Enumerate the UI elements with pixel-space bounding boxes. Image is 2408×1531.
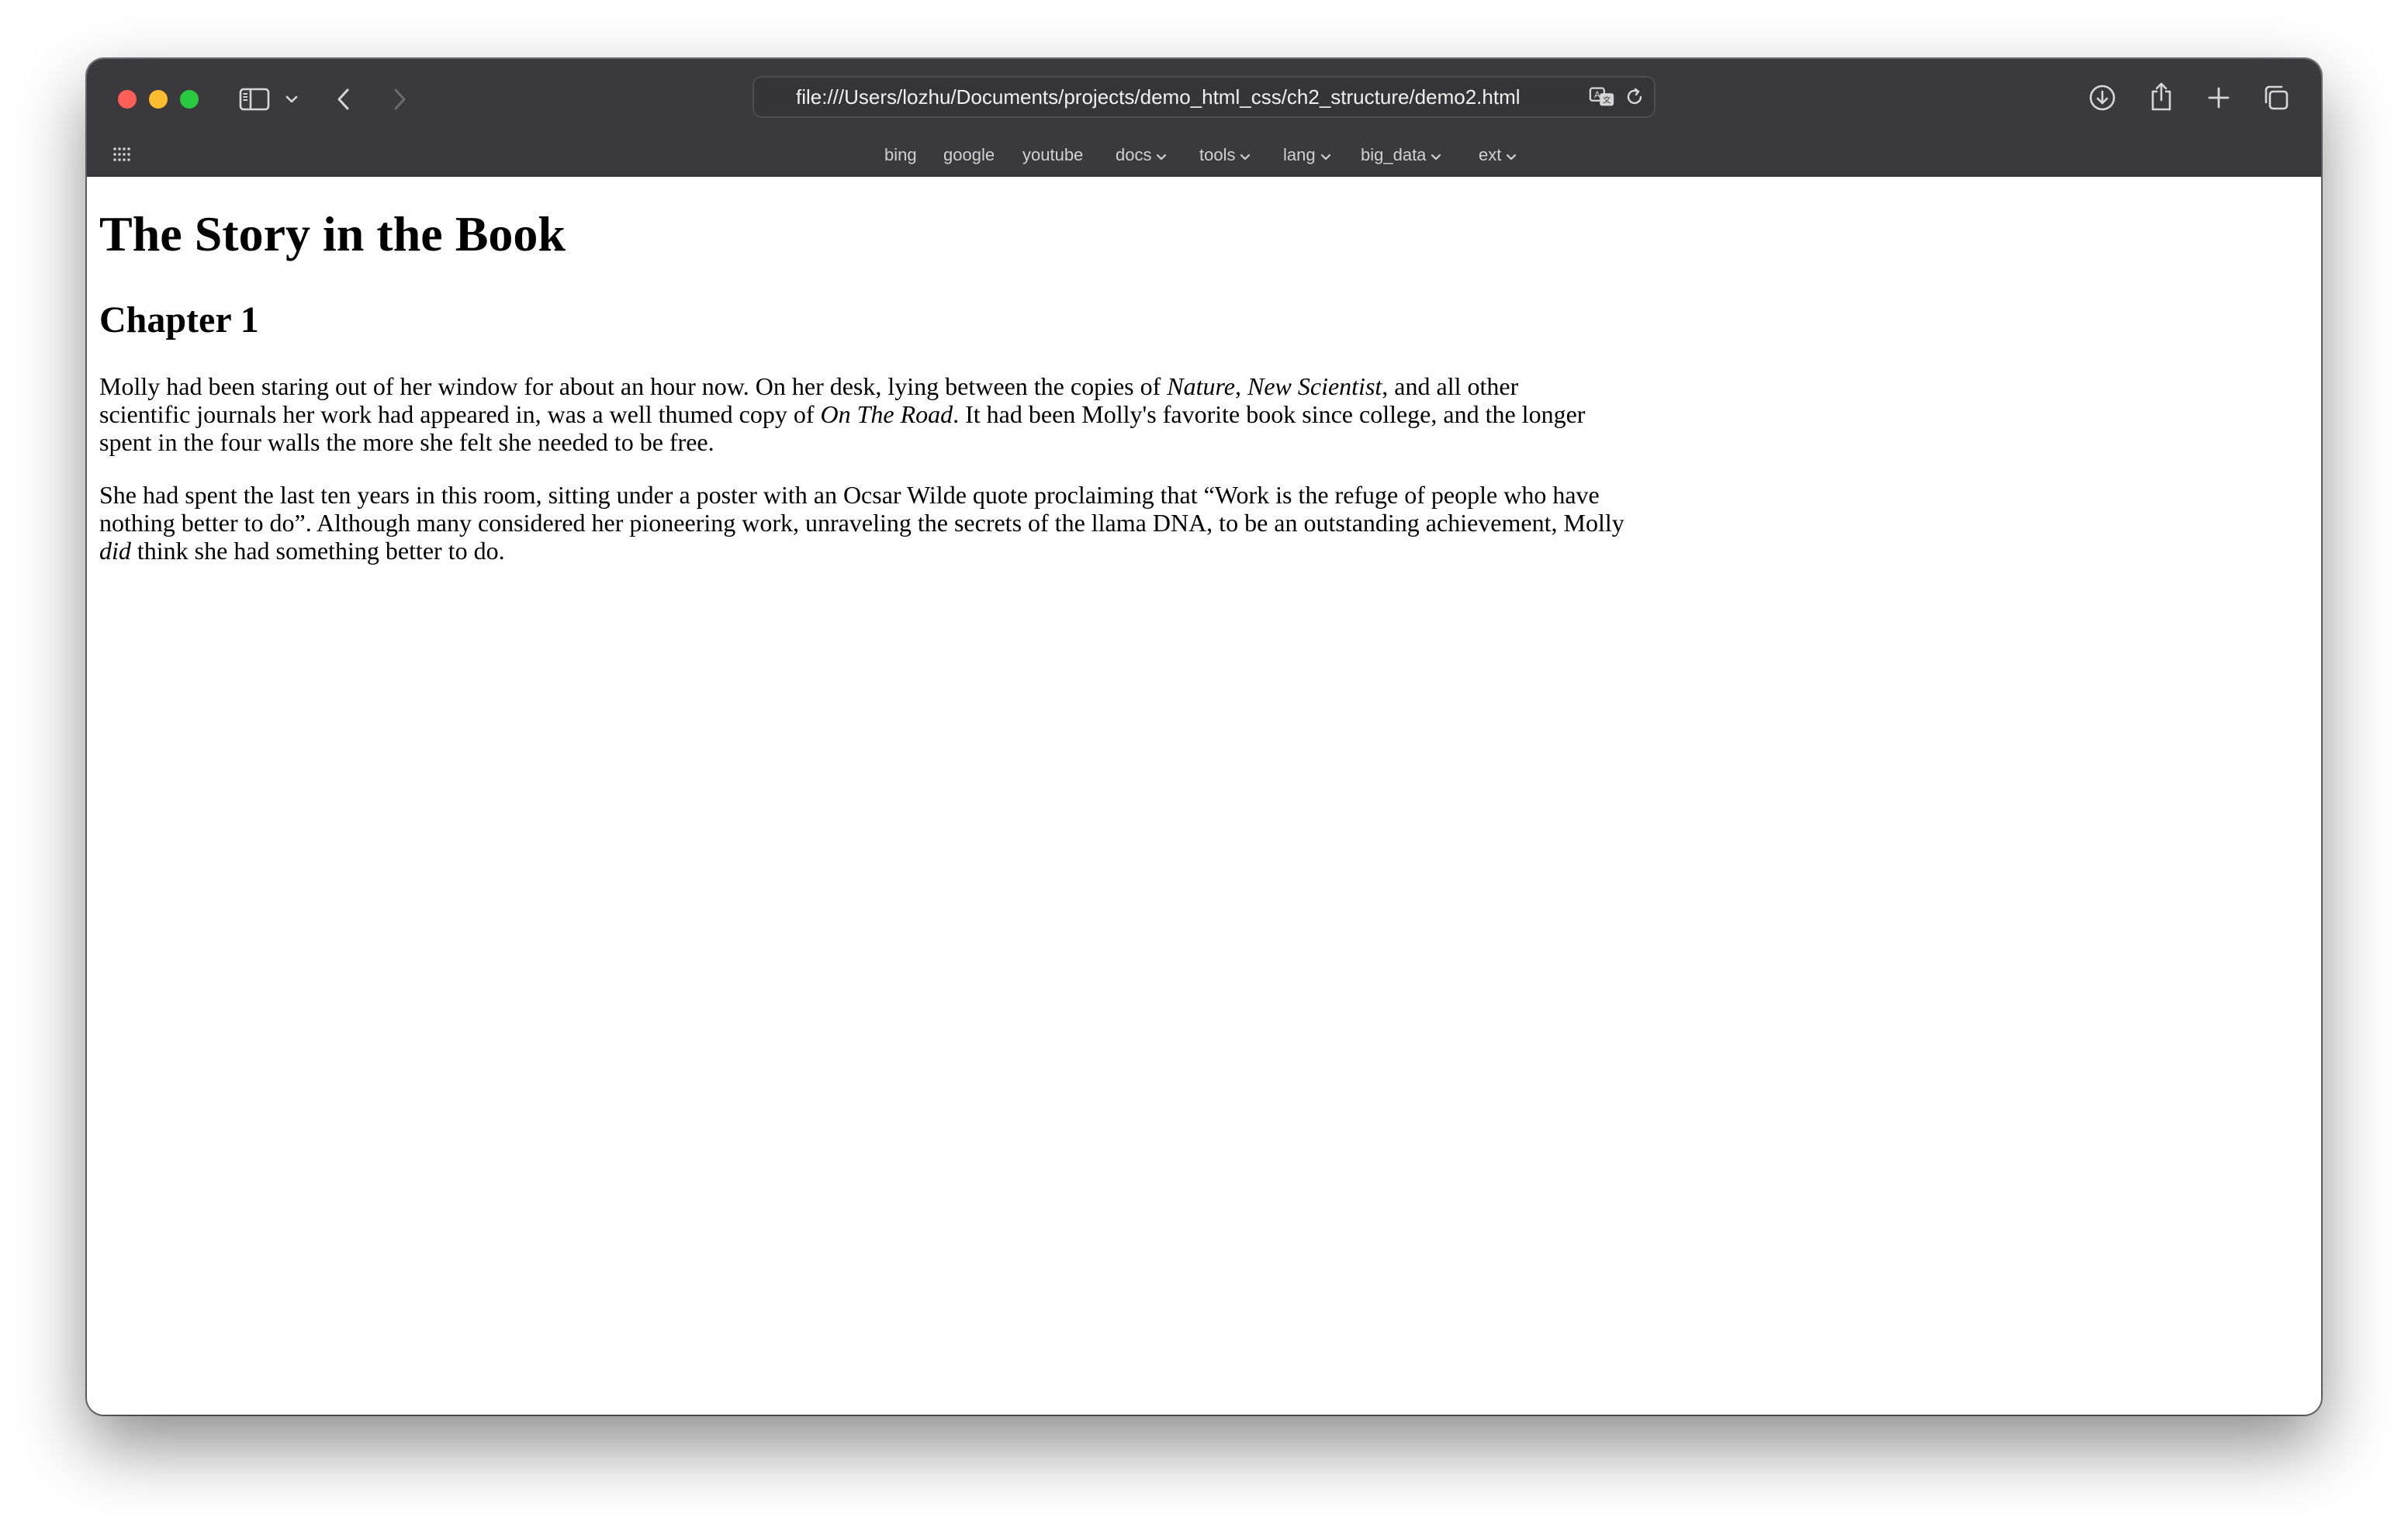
chevron-down-icon	[1431, 140, 1441, 171]
download-icon[interactable]	[2087, 82, 2118, 113]
bookmarks-bar: bing google youtube docs tools lang big_…	[87, 140, 2321, 171]
close-window-button[interactable]	[118, 90, 137, 109]
share-icon[interactable]	[2146, 79, 2177, 113]
bookmark-folder-docs[interactable]: docs	[1116, 140, 1167, 171]
chevron-down-icon[interactable]	[284, 90, 299, 109]
text-run: Molly had been staring out of her window…	[99, 372, 1168, 400]
new-tab-icon[interactable]	[2203, 82, 2234, 113]
text-run: . It had been Molly's favorite book sinc…	[953, 400, 1586, 428]
emphasis-did: did	[99, 537, 131, 565]
page-title: The Story in the Book	[99, 206, 566, 261]
bookmark-label: bing	[884, 145, 917, 164]
text-run: She had spent the last ten years in this…	[99, 481, 1600, 509]
journal-title-nature: Nature	[1167, 372, 1235, 400]
paragraph-2: She had spent the last ten years in this…	[99, 481, 1643, 565]
zoom-window-button[interactable]	[180, 90, 199, 109]
reload-icon[interactable]	[1621, 84, 1648, 110]
bookmark-google[interactable]: google	[943, 140, 995, 171]
apps-grid-icon[interactable]	[112, 144, 132, 164]
text-run: think she had something better to do.	[130, 537, 505, 565]
bookmark-label: big_data	[1361, 145, 1427, 164]
text-run: scientific journals her work had appeare…	[99, 400, 821, 428]
bookmark-folder-tools[interactable]: tools	[1199, 140, 1251, 171]
address-bar[interactable]: file:///Users/lozhu/Documents/projects/d…	[752, 76, 1656, 118]
paragraph-line: nothing better to do”. Although many con…	[99, 509, 1643, 537]
bookmark-label: lang	[1283, 145, 1316, 164]
sidebar-icon[interactable]	[239, 85, 270, 113]
bookmark-label: youtube	[1022, 145, 1084, 164]
bookmark-bing[interactable]: bing	[884, 140, 917, 171]
text-run: , and all other	[1382, 372, 1519, 400]
chevron-down-icon	[1320, 140, 1331, 171]
text-run: ,	[1234, 372, 1247, 400]
text-run: spent in the four walls the more she fel…	[99, 428, 714, 456]
bookmark-label: docs	[1116, 145, 1152, 164]
browser-toolbar: file:///Users/lozhu/Documents/projects/d…	[87, 59, 2321, 177]
chevron-down-icon	[1506, 140, 1517, 171]
translate-icon[interactable]: A文	[1589, 84, 1615, 110]
bookmark-label: ext	[1479, 145, 1502, 164]
back-icon[interactable]	[332, 84, 355, 115]
tabs-overview-icon[interactable]	[2261, 82, 2292, 113]
url-text[interactable]: file:///Users/lozhu/Documents/projects/d…	[796, 78, 1521, 116]
bookmark-youtube[interactable]: youtube	[1022, 140, 1083, 171]
chapter-heading: Chapter 1	[99, 299, 259, 340]
text-run: nothing better to do”. Although many con…	[99, 509, 1624, 537]
bookmark-label: google	[943, 145, 995, 164]
bookmark-folder-big-data[interactable]: big_data	[1361, 140, 1441, 171]
paragraph-line: scientific journals her work had appeare…	[99, 400, 1643, 428]
bookmark-folder-lang[interactable]: lang	[1283, 140, 1331, 171]
paragraph-1: Molly had been staring out of her window…	[99, 372, 1643, 456]
paragraph-line: spent in the four walls the more she fel…	[99, 428, 1643, 456]
paragraph-line: Molly had been staring out of her window…	[99, 372, 1643, 400]
minimize-window-button[interactable]	[149, 90, 168, 109]
paragraph-line: did think she had something better to do…	[99, 537, 1643, 565]
chevron-down-icon	[1156, 140, 1167, 171]
bookmark-folder-ext[interactable]: ext	[1479, 140, 1517, 171]
book-title-on-the-road: On The Road	[820, 400, 953, 428]
bookmark-label: tools	[1199, 145, 1236, 164]
svg-text:A: A	[1594, 89, 1600, 100]
page-content: The Story in the Book Chapter 1 Molly ha…	[87, 177, 2321, 1415]
chevron-down-icon	[1240, 140, 1251, 171]
browser-window: file:///Users/lozhu/Documents/projects/d…	[87, 59, 2321, 1415]
journal-title-new-scientist: New Scientist	[1247, 372, 1382, 400]
svg-text:文: 文	[1603, 95, 1611, 105]
paragraph-line: She had spent the last ten years in this…	[99, 481, 1643, 509]
forward-icon[interactable]	[388, 84, 411, 115]
